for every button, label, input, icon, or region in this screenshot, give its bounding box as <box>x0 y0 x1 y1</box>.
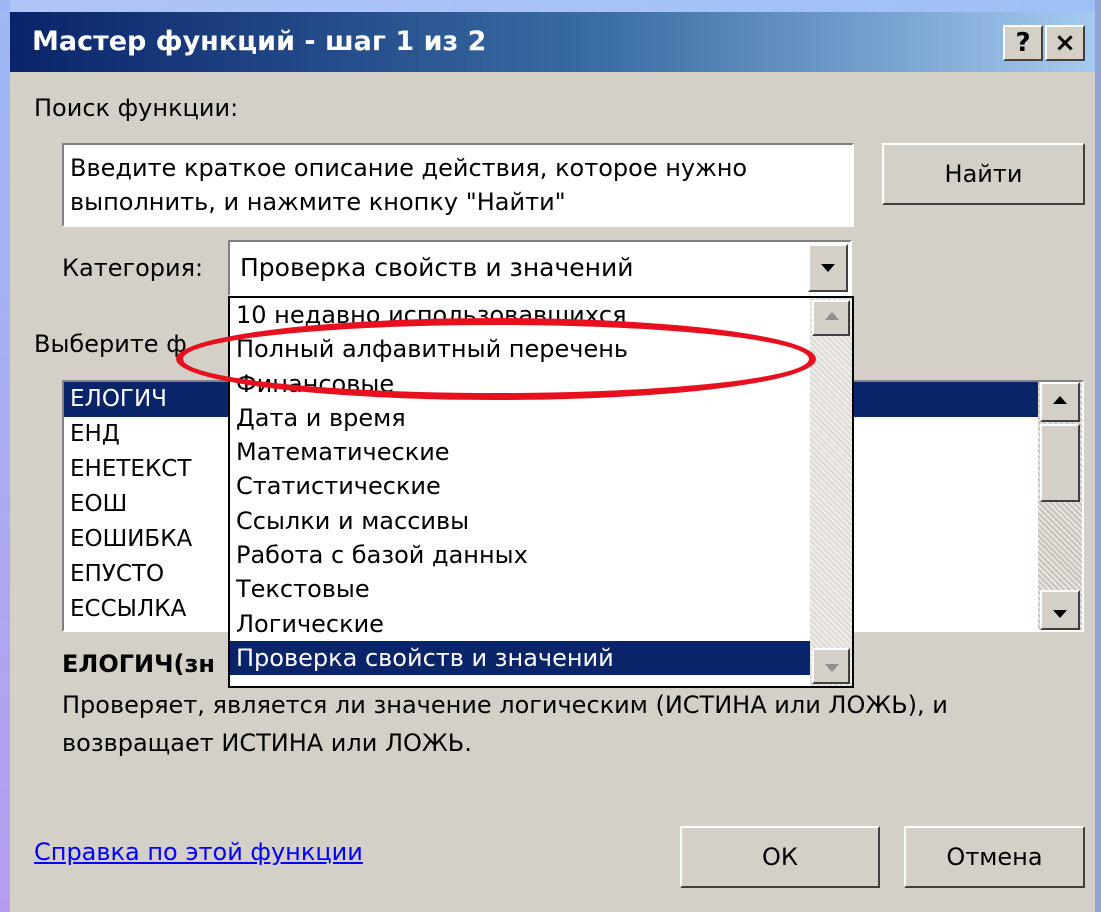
window-title: Мастер функций - шаг 1 из 2 <box>32 26 487 57</box>
category-dropdown-list[interactable]: 10 недавно использовавшихся Полный алфав… <box>228 296 854 688</box>
arrow-up-icon <box>1053 396 1067 404</box>
function-description: Проверяет, является ли значение логическ… <box>62 691 948 757</box>
arrow-down-icon <box>1053 610 1067 618</box>
function-signature: ЕЛОГИЧ(зн <box>62 650 215 678</box>
dropdown-scroll-down-button[interactable] <box>812 648 850 684</box>
category-dropdown-button[interactable] <box>808 244 848 292</box>
scroll-up-button[interactable] <box>1040 382 1080 422</box>
scroll-down-button[interactable] <box>1040 590 1080 630</box>
find-button[interactable]: Найти <box>882 143 1085 205</box>
dropdown-item[interactable]: Логические <box>230 607 810 641</box>
functions-label: Выберите ф <box>34 330 187 358</box>
chevron-down-icon <box>821 264 835 272</box>
dropdown-item[interactable]: Дата и время <box>230 401 810 435</box>
dropdown-item[interactable]: Статистические <box>230 469 810 503</box>
help-link[interactable]: Справка по этой функции <box>34 838 363 866</box>
desktop-frame-top <box>0 0 1101 12</box>
close-button[interactable]: × <box>1045 25 1085 61</box>
dropdown-item[interactable]: 10 недавно использовавшихся <box>230 298 810 332</box>
search-input[interactable]: Введите краткое описание действия, котор… <box>62 143 854 227</box>
arrow-up-icon <box>825 312 839 320</box>
dropdown-scroll-up-button[interactable] <box>812 300 850 336</box>
desktop-frame-right <box>1095 0 1101 912</box>
cancel-button[interactable]: Отмена <box>904 826 1085 888</box>
scroll-thumb[interactable] <box>1040 424 1080 502</box>
arrow-down-icon <box>825 664 839 672</box>
category-selected-value: Проверка свойств и значений <box>240 253 634 282</box>
dropdown-item-selected[interactable]: Проверка свойств и значений <box>230 640 810 676</box>
dropdown-item[interactable]: Математические <box>230 435 810 469</box>
help-button[interactable]: ? <box>1003 25 1043 61</box>
category-label: Категория: <box>62 254 204 282</box>
dropdown-item[interactable]: Полный алфавитный перечень <box>230 332 810 366</box>
desktop-frame-left <box>0 0 10 912</box>
search-label: Поиск функции: <box>34 94 239 122</box>
ok-button[interactable]: ОК <box>680 826 880 888</box>
function-list-scrollbar[interactable] <box>1038 382 1082 630</box>
dropdown-scrollbar[interactable] <box>810 298 852 686</box>
category-select[interactable]: Проверка свойств и значений <box>228 240 852 296</box>
dropdown-item[interactable]: Финансовые <box>230 367 810 401</box>
dropdown-item[interactable]: Работа с базой данных <box>230 538 810 572</box>
dropdown-item[interactable]: Текстовые <box>230 572 810 606</box>
dropdown-item[interactable]: Ссылки и массивы <box>230 504 810 538</box>
title-bar: Мастер функций - шаг 1 из 2 ? × <box>10 12 1095 72</box>
